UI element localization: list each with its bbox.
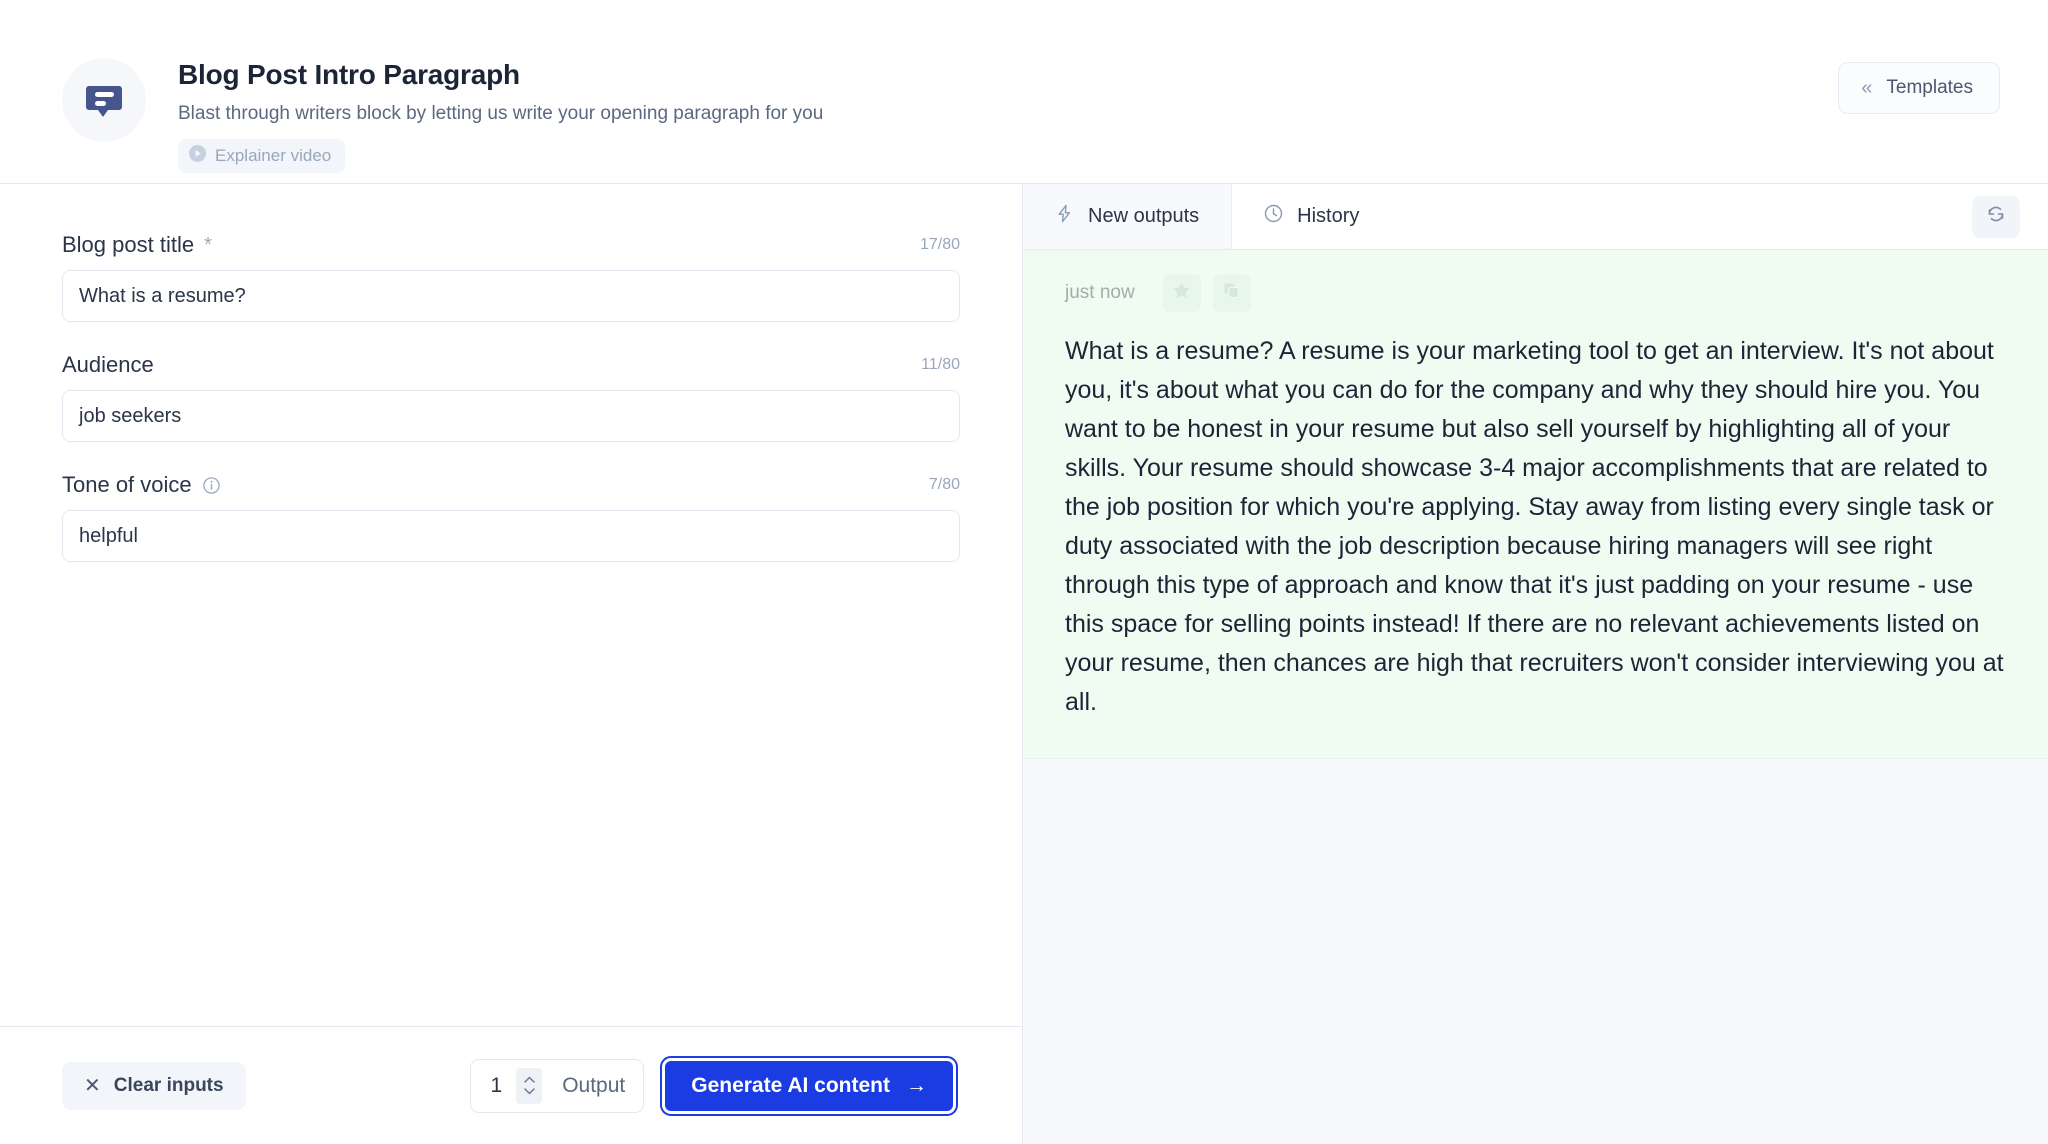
audience-input[interactable]: job seekers: [62, 390, 960, 442]
stepper-arrows-icon[interactable]: [516, 1067, 543, 1104]
speech-bubble-icon: [62, 58, 146, 142]
generate-button-label: Generate AI content: [691, 1073, 890, 1097]
field-header: Tone of voice 7/80: [62, 472, 960, 498]
field-audience: Audience 11/80 job seekers: [62, 352, 960, 442]
tab-new-outputs[interactable]: New outputs: [1023, 184, 1233, 249]
char-counter: 11/80: [921, 356, 960, 373]
app-root: Blog Post Intro Paragraph Blast through …: [0, 0, 2048, 1144]
output-tabs-bar: New outputs History: [1023, 184, 2048, 250]
lightning-bolt-icon: [1055, 204, 1074, 229]
output-count-value[interactable]: 1: [491, 1074, 503, 1098]
char-counter: 17/80: [919, 236, 960, 253]
output-card-header: just now: [1065, 274, 2008, 312]
clear-inputs-label: Clear inputs: [113, 1074, 224, 1096]
page-header: Blog Post Intro Paragraph Blast through …: [0, 0, 2048, 184]
output-list: just now What is a resume? A resume is y…: [1023, 250, 2048, 1144]
double-chevron-left-icon: «: [1861, 77, 1872, 99]
form-bottom-toolbar: ✕ Clear inputs 1 Output Generate AI cont…: [0, 1026, 1022, 1144]
favorite-star-button[interactable]: [1162, 274, 1201, 312]
explainer-video-badge[interactable]: Explainer video: [178, 139, 346, 173]
page-title: Blog Post Intro Paragraph: [178, 59, 520, 90]
toolbar-right-group: 1 Output Generate AI content →: [469, 1055, 961, 1116]
field-label: Tone of voice: [62, 472, 192, 497]
header-left-group: Blog Post Intro Paragraph Blast through …: [0, 0, 823, 173]
output-pane: New outputs History just now What is a r…: [1023, 184, 2048, 1144]
char-counter: 7/80: [928, 476, 960, 493]
explainer-video-label: Explainer video: [215, 146, 332, 165]
form-fields-area: Blog post title * 17/80 What is a resume…: [0, 184, 1022, 1026]
header-text-group: Blog Post Intro Paragraph Blast through …: [178, 56, 823, 173]
info-icon[interactable]: [202, 476, 220, 494]
close-x-icon: ✕: [84, 1074, 101, 1097]
tone-of-voice-input[interactable]: helpful: [62, 510, 960, 562]
arrow-right-icon: →: [906, 1074, 927, 1097]
output-card: just now What is a resume? A resume is y…: [1023, 250, 2048, 759]
copy-button[interactable]: [1212, 274, 1251, 312]
refresh-icon: [1985, 203, 2007, 230]
input-form-pane: Blog post title * 17/80 What is a resume…: [0, 184, 1023, 1144]
copy-icon: [1222, 281, 1241, 305]
tab-history[interactable]: History: [1232, 184, 1391, 249]
tab-history-label: History: [1297, 205, 1360, 227]
field-label: Audience: [62, 352, 154, 377]
tab-new-outputs-label: New outputs: [1088, 205, 1200, 227]
main-body: Blog post title * 17/80 What is a resume…: [0, 184, 2048, 1144]
generate-ai-content-button[interactable]: Generate AI content →: [660, 1055, 958, 1116]
templates-button[interactable]: « Templates: [1838, 62, 2000, 114]
star-icon: [1172, 281, 1191, 305]
templates-button-label: Templates: [1886, 77, 1973, 98]
header-right-group: « Templates: [1838, 0, 2048, 114]
field-label: Blog post title: [62, 232, 195, 257]
field-blog-post-title: Blog post title * 17/80 What is a resume…: [62, 232, 960, 322]
output-text: What is a resume? A resume is your marke…: [1065, 337, 2004, 716]
clock-icon: [1264, 204, 1283, 229]
blog-post-title-input[interactable]: What is a resume?: [62, 270, 960, 322]
field-header: Blog post title * 17/80: [62, 232, 960, 258]
required-marker: *: [204, 234, 212, 256]
output-label: Output: [562, 1073, 626, 1097]
page-subtitle: Blast through writers block by letting u…: [178, 103, 824, 124]
clear-inputs-button[interactable]: ✕ Clear inputs: [62, 1061, 246, 1110]
output-timestamp: just now: [1065, 282, 1135, 303]
play-circle-icon: [189, 145, 206, 167]
field-tone-of-voice: Tone of voice 7/80 helpful: [62, 472, 960, 562]
output-count-stepper[interactable]: 1 Output: [469, 1058, 645, 1113]
field-header: Audience 11/80: [62, 352, 960, 378]
refresh-button[interactable]: [1972, 195, 2020, 238]
